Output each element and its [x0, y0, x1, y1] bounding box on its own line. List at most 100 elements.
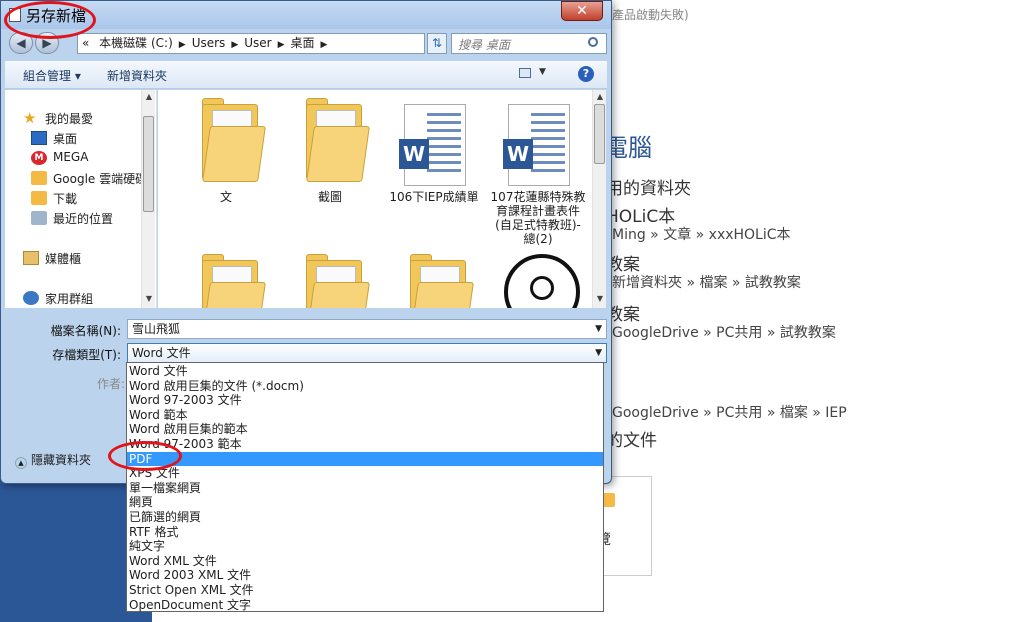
scroll-down-arrow[interactable]: ▼: [142, 292, 156, 306]
mega-icon: M: [31, 151, 47, 165]
address-bar[interactable]: « 本機磁碟 (C:)▶Users▶User▶桌面▶ ▼: [77, 33, 425, 54]
word-document-icon: W: [399, 104, 466, 186]
search-input[interactable]: 搜尋 桌面: [451, 33, 607, 54]
file-label: 106下IEP成績單: [389, 190, 479, 204]
background-note: 產品啟動失敗): [612, 8, 689, 22]
nav-item-label: 最近的位置: [53, 212, 114, 226]
filetype-option[interactable]: Word 啟用巨集的範本: [127, 422, 603, 437]
filetype-option[interactable]: 純文字: [127, 539, 603, 554]
file-item[interactable]: 截圖: [282, 90, 378, 240]
file-scroll-thumb[interactable]: [594, 104, 605, 164]
nav-item-label: MEGA: [53, 150, 89, 164]
filetype-option[interactable]: Word 97-2003 文件: [127, 393, 603, 408]
close-button[interactable]: ✕: [561, 1, 603, 21]
filetype-option[interactable]: 已篩選的網頁: [127, 510, 603, 525]
file-label: 截圖: [317, 190, 342, 204]
filetype-label: 存檔類型(T):: [52, 348, 121, 362]
nav-item-label: 桌面: [53, 132, 78, 146]
background-line: 的文件: [606, 431, 657, 451]
filename-input[interactable]: 雪山飛狐 ▼: [127, 319, 607, 339]
file-item[interactable]: [386, 246, 482, 308]
view-dropdown-icon[interactable]: ▼: [539, 67, 546, 77]
breadcrumb-item[interactable]: Users: [192, 36, 226, 50]
filetype-option[interactable]: XPS 文件: [127, 466, 603, 481]
filetype-option[interactable]: 單一檔案網頁: [127, 481, 603, 496]
organize-button[interactable]: 組合管理 ▾: [23, 67, 81, 84]
file-item[interactable]: 文: [178, 90, 274, 240]
background-line: 新增資料夾 » 檔案 » 試教教案: [612, 275, 801, 291]
image-thumbnail-icon: [504, 254, 580, 308]
file-label: 文: [219, 190, 232, 204]
folder-icon: [410, 252, 474, 308]
dialog-toolbar: 組合管理 ▾ 新增資料夾 ▼ ?: [5, 61, 607, 89]
recent-places-icon: [31, 211, 47, 225]
filetype-option[interactable]: RTF 格式: [127, 525, 603, 540]
chevron-down-icon[interactable]: ▼: [595, 344, 602, 362]
refresh-button[interactable]: ⇅: [427, 33, 447, 54]
background-line: Ming » 文章 » xxxHOLiC本: [612, 227, 791, 243]
scroll-up-arrow[interactable]: ▲: [142, 90, 156, 104]
nav-scrollbar[interactable]: ▲ ▼: [141, 90, 155, 308]
search-icon[interactable]: [588, 37, 598, 47]
downloads-icon: [31, 191, 47, 205]
search-placeholder: 搜尋 桌面: [458, 38, 510, 52]
collapse-icon: ▲: [15, 457, 27, 469]
file-list: 文截圖 W 106下IEP成績單 W 107花蓮縣特殊教育課程計畫表件(自足式特教班)-…: [158, 90, 606, 308]
file-item[interactable]: W 106下IEP成績單: [386, 90, 482, 240]
nav-item-label: 下載: [53, 192, 78, 206]
nav-item-label: Google 雲端硬碟: [53, 172, 148, 186]
folder-icon: [202, 96, 266, 182]
library-icon: [23, 251, 39, 265]
filetype-option[interactable]: Strict Open XML 文件: [127, 583, 603, 598]
nav-scroll-thumb[interactable]: [143, 116, 154, 212]
breadcrumb-item[interactable]: 桌面: [291, 36, 315, 50]
navigation-bar: ◀ ▶ « 本機磁碟 (C:)▶Users▶User▶桌面▶ ▼ ⇅ 搜尋 桌面: [1, 29, 611, 57]
view-options-icon[interactable]: [519, 68, 531, 78]
filetype-option[interactable]: OpenDocument 文字: [127, 598, 603, 613]
breadcrumb-separator-icon[interactable]: ▶: [179, 40, 186, 50]
filetype-option[interactable]: 網頁: [127, 495, 603, 510]
filetype-option[interactable]: Word XML 文件: [127, 554, 603, 569]
hide-folders-label: 隱藏資料夾: [31, 453, 92, 467]
filename-value: 雪山飛狐: [132, 322, 181, 336]
breadcrumb-item[interactable]: 本機磁碟 (C:): [99, 36, 173, 50]
filetype-option[interactable]: Word 2003 XML 文件: [127, 568, 603, 583]
breadcrumb-separator-icon[interactable]: ▶: [231, 40, 238, 50]
breadcrumb-separator-icon[interactable]: ▶: [321, 40, 328, 50]
scroll-down-arrow[interactable]: ▼: [593, 292, 606, 306]
background-line: GoogleDrive » PC共用 » 試教教案: [612, 325, 836, 341]
filetype-dropdown-list: Word 文件 Word 啟用巨集的文件 (*.docm) Word 97-2003…: [126, 362, 604, 612]
file-item[interactable]: [282, 246, 378, 308]
homegroup-icon: [23, 291, 39, 305]
breadcrumb-item[interactable]: User: [244, 36, 271, 50]
folder-icon: [306, 96, 370, 182]
file-item[interactable]: [178, 246, 274, 308]
new-folder-button[interactable]: 新增資料夾: [107, 67, 167, 84]
background-line: GoogleDrive » PC共用 » 檔案 » IEP: [612, 405, 847, 421]
hide-folders-button[interactable]: ▲ 隱藏資料夾: [15, 451, 91, 469]
breadcrumb-separator-icon[interactable]: ▶: [278, 40, 285, 50]
filetype-select[interactable]: Word 文件 ▼: [127, 343, 607, 363]
file-scrollbar[interactable]: ▲ ▼: [592, 90, 606, 308]
google-drive-icon: [31, 171, 47, 185]
folder-icon: [202, 252, 266, 308]
filetype-option[interactable]: Word 97-2003 範本: [127, 437, 603, 452]
filetype-option[interactable]: Word 範本: [127, 408, 603, 423]
filename-label: 檔案名稱(N):: [50, 324, 121, 338]
star-icon: ★: [23, 109, 37, 127]
file-label: 107花蓮縣特殊教育課程計畫表件(自足式特教班)-總(2): [490, 190, 586, 246]
file-item[interactable]: W 107花蓮縣特殊教育課程計畫表件(自足式特教班)-總(2): [490, 90, 586, 246]
background-line: 用的資料夾: [606, 179, 691, 199]
desktop-icon: [31, 131, 47, 145]
filetype-option[interactable]: PDF: [127, 451, 603, 467]
address-lead: «: [82, 36, 90, 50]
help-icon[interactable]: ?: [578, 66, 594, 82]
scroll-up-arrow[interactable]: ▲: [593, 90, 606, 104]
file-item[interactable]: [490, 246, 586, 308]
filetype-option[interactable]: Word 啟用巨集的文件 (*.docm): [127, 379, 603, 394]
word-document-icon: W: [503, 104, 570, 186]
nav-item-label: 媒體櫃: [45, 252, 82, 266]
chevron-down-icon[interactable]: ▼: [595, 320, 602, 338]
filetype-option[interactable]: Word 文件: [127, 364, 603, 379]
nav-item-label: 我的最愛: [45, 112, 94, 126]
